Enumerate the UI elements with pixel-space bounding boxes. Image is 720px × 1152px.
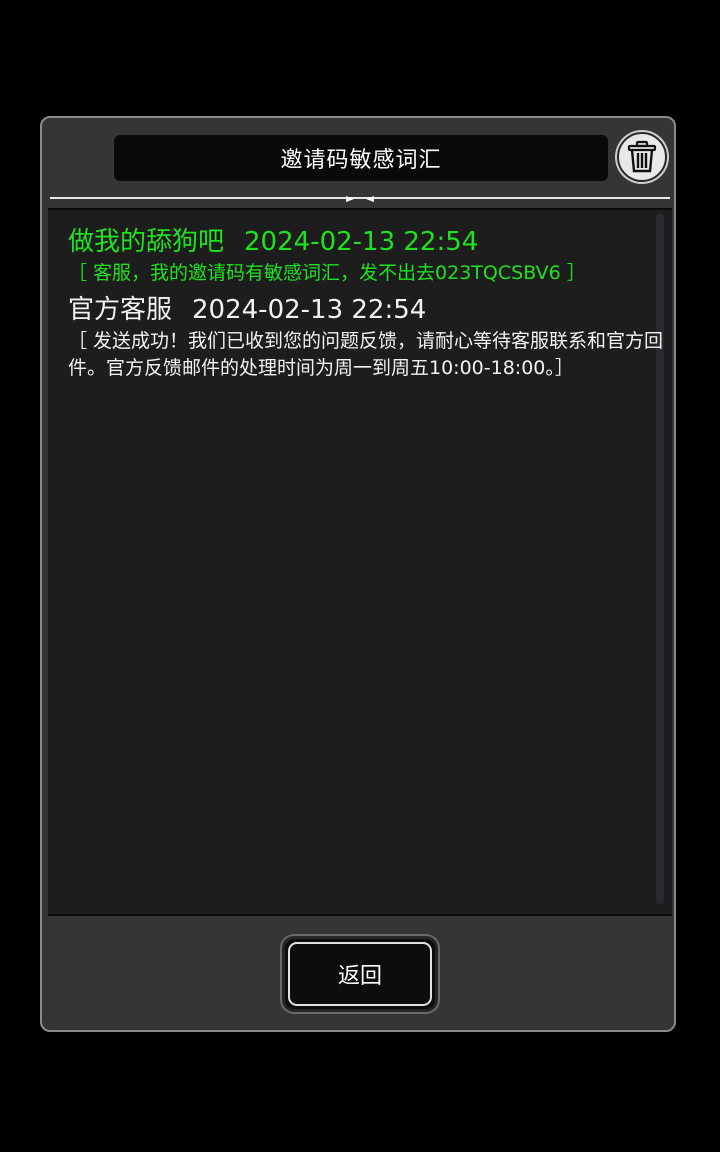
message-item: 做我的舔狗吧 2024-02-13 22:54 ［ 客服，我的邀请码有敏感词汇，发…	[68, 226, 672, 287]
delete-button[interactable]	[617, 132, 667, 182]
dialog-title: 邀请码敏感词汇	[280, 148, 442, 173]
message-time: 2024-02-13 22:54	[192, 295, 427, 325]
message-body: ［ 客服，我的邀请码有敏感词汇，发不出去023TQCSBV6 ］	[68, 262, 586, 284]
message-body: ［ 发送成功！我们已收到您的问题反馈，请耐心等待客服联系和官方回件。官方反馈邮件…	[68, 330, 664, 379]
message-header: 做我的舔狗吧 2024-02-13 22:54	[68, 226, 672, 258]
message-sender: 官方客服	[68, 295, 173, 325]
message-sender: 做我的舔狗吧	[68, 227, 225, 257]
title-bar: 邀请码敏感词汇	[114, 135, 608, 181]
message-header: 官方客服 2024-02-13 22:54	[68, 294, 672, 326]
message-time: 2024-02-13 22:54	[244, 227, 479, 257]
message-list[interactable]: 做我的舔狗吧 2024-02-13 22:54 ［ 客服，我的邀请码有敏感词汇，发…	[48, 208, 672, 916]
message-item: 官方客服 2024-02-13 22:54 ［ 发送成功！我们已收到您的问题反馈，…	[68, 294, 672, 382]
trash-icon	[627, 140, 657, 173]
back-button[interactable]: 返回	[282, 936, 438, 1012]
back-button-label: 返回	[337, 964, 382, 989]
feedback-dialog: 邀请码敏感词汇 做我的舔狗吧 2024-02-13 22:54 ［ 客服，我的邀请…	[40, 116, 676, 1032]
divider	[50, 196, 670, 202]
